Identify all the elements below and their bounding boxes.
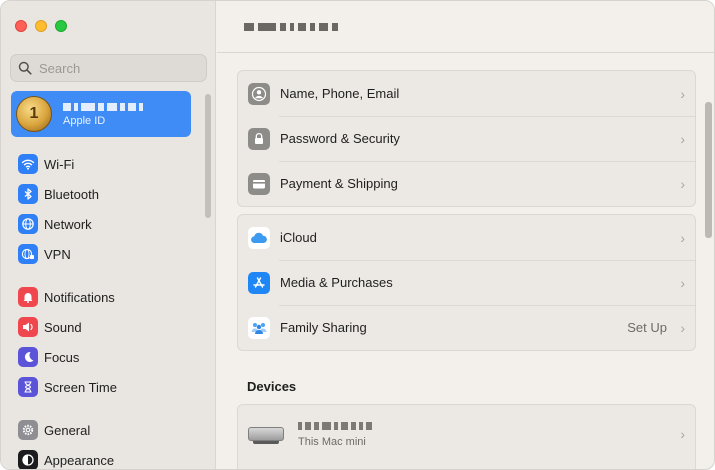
row-label: iCloud (280, 230, 317, 245)
sidebar-item-label: Screen Time (44, 379, 117, 395)
hourglass-icon (18, 377, 38, 397)
devices-group: This Mac mini › (237, 404, 696, 469)
account-subtitle: Apple ID (63, 115, 106, 127)
chevron-right-icon: › (680, 274, 685, 291)
sidebar-item-network[interactable]: Network (1, 209, 201, 239)
toolbar (217, 1, 714, 53)
search-icon (18, 61, 32, 75)
sidebar-item-label: Appearance (44, 452, 115, 468)
moon-icon (18, 347, 38, 367)
sidebar-item-focus[interactable]: Focus (1, 342, 201, 372)
row-label: Name, Phone, Email (280, 86, 400, 101)
gear-icon (18, 420, 38, 440)
zoom-window-button[interactable] (55, 20, 67, 32)
row-icloud[interactable]: iCloud › (238, 215, 695, 260)
lock-icon (248, 127, 270, 150)
redacted-page-title (244, 22, 338, 31)
sidebar-item-label: Focus (44, 349, 80, 365)
redacted-device-name (298, 420, 677, 432)
system-settings-window: 1 Apple ID Wi-Fi (0, 0, 715, 470)
row-password-security[interactable]: Password & Security › (238, 116, 695, 161)
account-settings-group: Name, Phone, Email › Password & Security… (237, 70, 696, 207)
sidebar-item-screen-time[interactable]: Screen Time (1, 372, 201, 402)
main-pane: Name, Phone, Email › Password & Security… (217, 1, 714, 469)
row-name-phone-email[interactable]: Name, Phone, Email › (238, 71, 695, 116)
row-label: Password & Security (280, 131, 400, 146)
devices-section-title: Devices (247, 379, 297, 394)
row-label: Family Sharing (280, 320, 367, 335)
close-window-button[interactable] (15, 20, 27, 32)
chevron-right-icon: › (680, 85, 685, 102)
chevron-right-icon: › (680, 175, 685, 192)
sidebar: 1 Apple ID Wi-Fi (1, 1, 216, 469)
device-row-mac-mini[interactable]: This Mac mini › (238, 405, 695, 463)
redacted-account-name (63, 101, 143, 113)
apple-id-account-item[interactable]: 1 Apple ID (11, 91, 191, 137)
row-family-sharing[interactable]: Family Sharing Set Up › (238, 305, 695, 350)
speaker-icon (18, 317, 38, 337)
chevron-right-icon: › (680, 319, 685, 336)
sidebar-item-notifications[interactable]: Notifications (1, 282, 201, 312)
row-label: Media & Purchases (280, 275, 393, 290)
sidebar-item-general[interactable]: General (1, 415, 201, 445)
sidebar-item-label: General (44, 422, 91, 438)
content-scrollbar[interactable] (705, 102, 712, 238)
avatar-glyph: 1 (29, 105, 39, 122)
wifi-icon (18, 154, 38, 174)
sidebar-list: Wi-Fi Bluetooth Network VPN Notification… (1, 149, 201, 469)
sidebar-item-label: Notifications (44, 289, 115, 305)
mac-mini-icon (248, 427, 284, 444)
chevron-right-icon: › (680, 130, 685, 147)
chevron-right-icon: › (680, 426, 685, 442)
vpn-globe-icon (18, 244, 38, 264)
sidebar-item-label: Sound (44, 319, 82, 335)
device-subtitle: This Mac mini (298, 436, 366, 448)
globe-icon (18, 214, 38, 234)
family-sharing-status: Set Up (627, 320, 667, 335)
sidebar-item-label: Bluetooth (44, 186, 99, 202)
sidebar-item-label: VPN (44, 246, 71, 262)
icloud-icon (248, 226, 270, 249)
sidebar-item-sound[interactable]: Sound (1, 312, 201, 342)
app-store-icon (248, 271, 270, 294)
row-media-purchases[interactable]: Media & Purchases › (238, 260, 695, 305)
bell-icon (18, 287, 38, 307)
family-icon (248, 316, 270, 339)
chevron-right-icon: › (680, 229, 685, 246)
search-field[interactable] (10, 54, 207, 82)
avatar: 1 (16, 96, 52, 132)
row-label: Payment & Shipping (280, 176, 398, 191)
sidebar-item-label: Wi-Fi (44, 156, 75, 172)
appearance-icon (18, 450, 38, 469)
bluetooth-icon (18, 184, 38, 204)
sidebar-item-label: Network (44, 216, 92, 232)
row-payment-shipping[interactable]: Payment & Shipping › (238, 161, 695, 206)
sidebar-item-vpn[interactable]: VPN (1, 239, 201, 269)
traffic-lights (15, 20, 67, 32)
sidebar-item-bluetooth[interactable]: Bluetooth (1, 179, 201, 209)
sidebar-item-appearance[interactable]: Appearance (1, 445, 201, 469)
minimize-window-button[interactable] (35, 20, 47, 32)
search-input[interactable] (39, 60, 199, 76)
sidebar-item-wifi[interactable]: Wi-Fi (1, 149, 201, 179)
sidebar-scrollbar[interactable] (205, 94, 211, 218)
credit-card-icon (248, 172, 270, 195)
services-group: iCloud › Media & Purchases › Family Shar… (237, 214, 696, 351)
person-icon (248, 82, 270, 105)
